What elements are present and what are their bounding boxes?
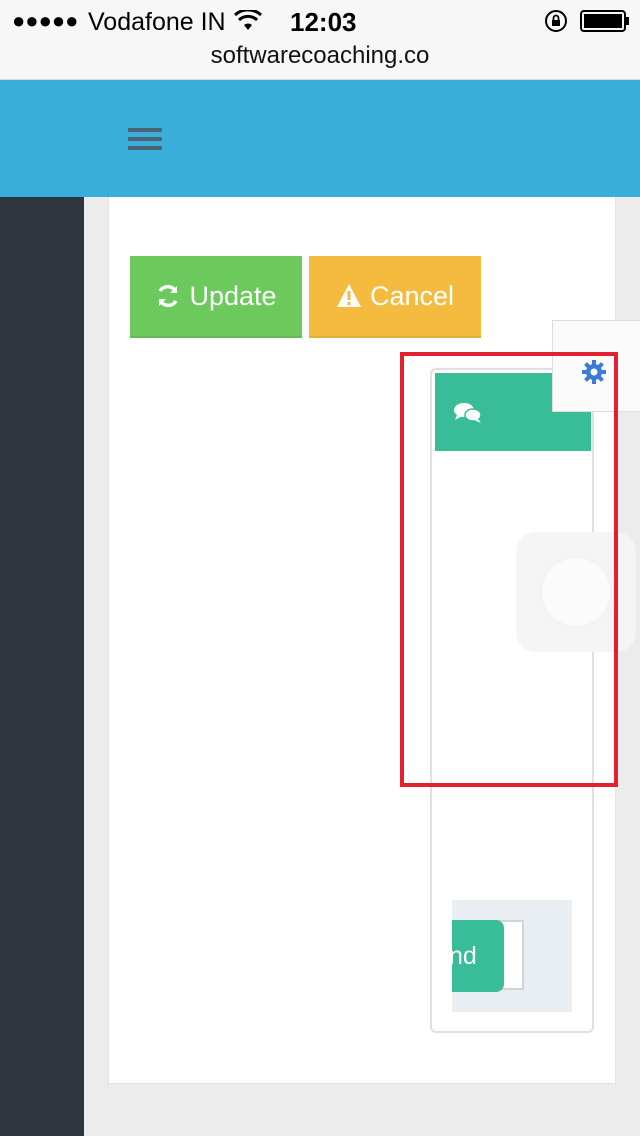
cancel-button-label: Cancel — [369, 280, 455, 311]
status-bar: ●●●●● Vodafone IN 12:03 softwarecoaching… — [0, 0, 640, 80]
warning-icon — [336, 284, 361, 307]
sidebar — [0, 197, 84, 1136]
address-bar-url[interactable]: softwarecoaching.co — [0, 42, 640, 70]
refresh-icon — [158, 284, 179, 308]
wifi-icon — [234, 10, 262, 30]
hamburger-menu-icon[interactable] — [128, 128, 162, 152]
battery-icon — [580, 10, 629, 32]
signal-strength: ●●●●● — [12, 8, 79, 33]
cancel-button[interactable]: Cancel — [309, 256, 481, 338]
update-button[interactable]: Update — [130, 256, 302, 338]
rotation-lock-icon — [545, 10, 567, 32]
chat-input-area: nd — [452, 900, 572, 1012]
clock: 12:03 — [290, 7, 357, 37]
carrier-name: Vodafone IN — [88, 8, 226, 36]
annotation-highlight-box — [400, 352, 618, 787]
send-button[interactable]: nd — [452, 920, 504, 992]
send-button-label: nd — [452, 941, 477, 970]
app-header — [0, 80, 640, 197]
update-button-label: Update — [189, 280, 277, 311]
